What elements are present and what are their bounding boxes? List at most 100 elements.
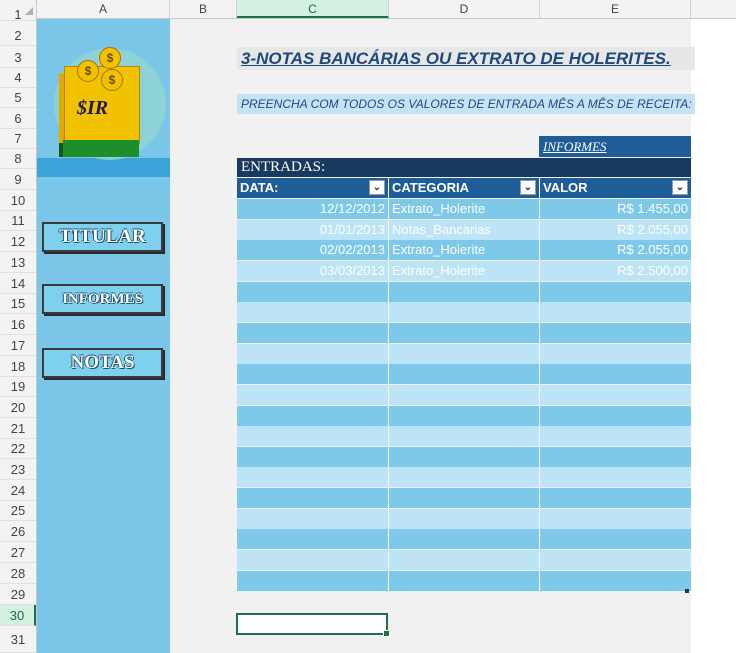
cell-categoria[interactable] [389, 570, 540, 591]
cell-data[interactable]: 12/12/2012 [237, 199, 389, 219]
cell-valor[interactable] [540, 282, 691, 302]
cell-categoria[interactable] [389, 426, 540, 447]
cell-data[interactable] [237, 570, 389, 591]
cell-valor[interactable] [540, 426, 691, 446]
row-header-5[interactable]: 5 [0, 88, 36, 108]
column-header-b[interactable]: B [170, 0, 237, 18]
cell-data[interactable] [237, 343, 389, 364]
row-header-24[interactable]: 24 [0, 480, 36, 501]
row-header-6[interactable]: 6 [0, 108, 36, 129]
cell-categoria[interactable] [389, 488, 540, 509]
cell-data[interactable] [237, 281, 389, 302]
filter-dropdown-icon[interactable]: ⌄ [369, 180, 385, 195]
cell-data[interactable] [237, 405, 389, 426]
cell-categoria[interactable]: Extrato_Holerite [389, 199, 540, 219]
cell-categoria[interactable] [389, 446, 540, 467]
cell-categoria[interactable] [389, 343, 540, 364]
cell-valor[interactable] [540, 529, 691, 549]
row-header-30[interactable]: 30 [0, 605, 36, 626]
cell-categoria[interactable] [389, 364, 540, 385]
cell-categoria[interactable]: Notas_Bancarias [389, 219, 540, 240]
row-header-3[interactable]: 3 [0, 47, 36, 68]
row-header-2[interactable]: 2 [0, 26, 36, 46]
cell-valor[interactable] [540, 447, 691, 467]
table-resize-handle[interactable] [685, 589, 689, 593]
cell-categoria[interactable] [389, 322, 540, 343]
cell-valor[interactable]: R$ 2.055,00 [540, 220, 691, 240]
cell-valor[interactable] [540, 467, 691, 487]
header-categoria[interactable]: CATEGORIA ⌄ [389, 178, 540, 198]
cell-data[interactable]: 03/03/2013 [237, 260, 389, 281]
row-header-18[interactable]: 18 [0, 356, 36, 377]
cell-data[interactable] [237, 488, 389, 509]
cell-valor[interactable]: R$ 2.055,00 [540, 240, 691, 260]
cell-valor[interactable]: R$ 1.455,00 [540, 199, 691, 219]
row-header-13[interactable]: 13 [0, 252, 36, 273]
cell-data[interactable] [237, 508, 389, 529]
cell-categoria[interactable] [389, 529, 540, 550]
row-header-15[interactable]: 15 [0, 294, 36, 314]
row-header-31[interactable]: 31 [0, 626, 36, 653]
notas-button[interactable]: NOTAS [42, 348, 163, 378]
cell-valor[interactable] [540, 488, 691, 508]
sheet-grid[interactable]: $IR $ $ $ TITULAR INFORMES NOTAS 3-NOTAS… [37, 19, 736, 653]
cell-categoria[interactable]: Extrato_Holerite [389, 240, 540, 261]
row-header-29[interactable]: 29 [0, 584, 36, 605]
row-header-28[interactable]: 28 [0, 563, 36, 584]
row-header-10[interactable]: 10 [0, 190, 36, 211]
row-header-4[interactable]: 4 [0, 68, 36, 88]
row-header-14[interactable]: 14 [0, 273, 36, 294]
cell-valor[interactable] [540, 364, 691, 384]
cell-valor[interactable] [540, 550, 691, 570]
header-data[interactable]: DATA: ⌄ [237, 178, 389, 198]
cell-data[interactable] [237, 467, 389, 488]
titular-button[interactable]: TITULAR [42, 222, 163, 252]
column-header-d[interactable]: D [389, 0, 540, 18]
row-header-21[interactable]: 21 [0, 418, 36, 439]
cell-data[interactable]: 02/02/2013 [237, 240, 389, 261]
cell-valor[interactable] [540, 571, 691, 591]
cell-valor[interactable] [540, 406, 691, 426]
cell-valor[interactable] [540, 385, 691, 405]
fill-handle[interactable] [383, 630, 390, 637]
cell-categoria[interactable] [389, 281, 540, 302]
cell-categoria[interactable]: Extrato_Holerite [389, 260, 540, 281]
informes-link-text[interactable]: INFORMES [543, 139, 607, 154]
cell-valor[interactable] [540, 344, 691, 364]
cell-valor[interactable] [540, 323, 691, 343]
row-header-23[interactable]: 23 [0, 459, 36, 480]
row-header-27[interactable]: 27 [0, 542, 36, 563]
row-header-26[interactable]: 26 [0, 521, 36, 542]
row-header-8[interactable]: 8 [0, 149, 36, 169]
filter-dropdown-icon[interactable]: ⌄ [672, 180, 688, 195]
cell-data[interactable]: 01/01/2013 [237, 219, 389, 240]
row-header-20[interactable]: 20 [0, 397, 36, 418]
cell-data[interactable] [237, 302, 389, 323]
row-header-12[interactable]: 12 [0, 231, 36, 252]
row-header-1[interactable]: 1 [0, 8, 36, 21]
row-header-16[interactable]: 16 [0, 314, 36, 335]
cell-categoria[interactable] [389, 508, 540, 529]
informes-link[interactable]: INFORMES [539, 136, 691, 157]
cell-categoria[interactable] [389, 384, 540, 405]
cell-data[interactable] [237, 446, 389, 467]
cell-data[interactable] [237, 364, 389, 385]
header-valor[interactable]: VALOR ⌄ [540, 178, 691, 198]
cell-data[interactable] [237, 529, 389, 550]
row-header-11[interactable]: 11 [0, 211, 36, 231]
column-header-c[interactable]: C [237, 0, 389, 18]
row-header-7[interactable]: 7 [0, 129, 36, 149]
row-header-25[interactable]: 25 [0, 501, 36, 521]
row-header-22[interactable]: 22 [0, 439, 36, 459]
cell-data[interactable] [237, 384, 389, 405]
cell-valor[interactable]: R$ 2.500,00 [540, 261, 691, 281]
filter-dropdown-icon[interactable]: ⌄ [520, 180, 536, 195]
column-header-a[interactable]: A [37, 0, 170, 18]
row-header-17[interactable]: 17 [0, 335, 36, 356]
cell-valor[interactable] [540, 509, 691, 529]
cell-categoria[interactable] [389, 302, 540, 323]
cell-categoria[interactable] [389, 467, 540, 488]
cell-data[interactable] [237, 550, 389, 571]
cell-categoria[interactable] [389, 550, 540, 571]
cell-data[interactable] [237, 426, 389, 447]
